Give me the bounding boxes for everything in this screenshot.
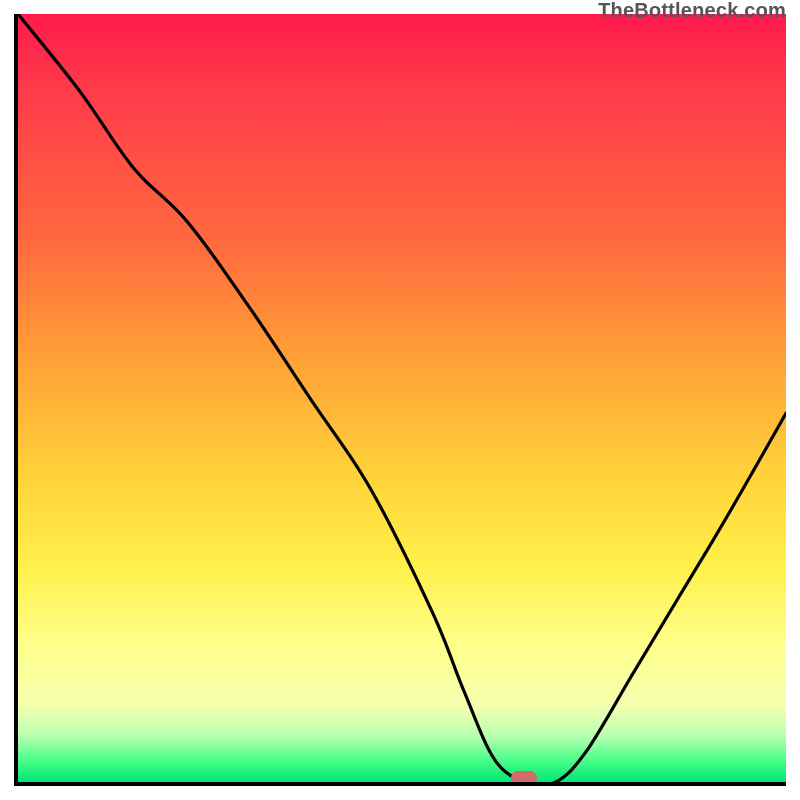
plot-area bbox=[14, 14, 786, 786]
watermark-text: TheBottleneck.com bbox=[598, 0, 786, 23]
current-config-marker bbox=[511, 771, 537, 785]
curve-layer bbox=[18, 14, 786, 782]
bottleneck-curve bbox=[18, 14, 786, 782]
bottleneck-chart: TheBottleneck.com bbox=[0, 0, 800, 800]
